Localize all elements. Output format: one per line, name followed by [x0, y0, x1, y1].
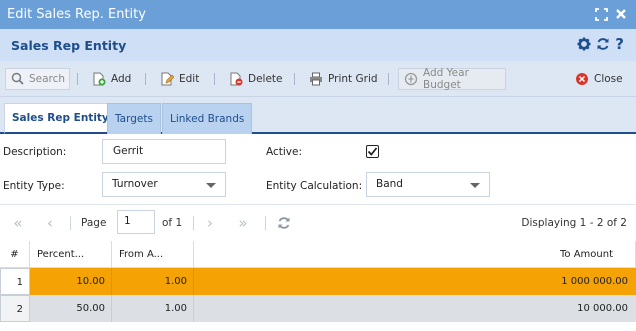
page-number-input[interactable]: 1 — [117, 210, 155, 234]
toolbar-separator — [145, 73, 146, 85]
pager-separator — [70, 216, 71, 230]
percent-cell: 50.00 — [30, 295, 112, 322]
column-header-number[interactable]: # — [0, 241, 30, 268]
pager-separator — [193, 216, 194, 230]
panel-title: Sales Rep Entity — [11, 38, 127, 53]
close-circle-icon — [575, 72, 589, 86]
budget-icon — [404, 72, 418, 86]
tab-targets[interactable]: Targets — [107, 103, 161, 134]
delete-button[interactable]: Delete — [224, 68, 288, 90]
panel-header: Sales Rep Entity ? — [0, 29, 636, 61]
paging-display-text: Displaying 1 - 2 of 2 — [521, 217, 627, 229]
from-amount-cell: 1.00 — [112, 268, 194, 295]
maximize-icon[interactable] — [594, 6, 608, 22]
percent-cell: 10.00 — [30, 268, 112, 295]
gear-icon[interactable] — [577, 37, 591, 55]
refresh-icon[interactable] — [275, 214, 293, 232]
search-button[interactable]: Search — [5, 68, 70, 90]
pager-separator — [265, 216, 266, 230]
window-title: Edit Sales Rep. Entity — [7, 7, 146, 22]
entity-type-value: Turnover — [112, 178, 158, 190]
last-page-icon[interactable]: » — [234, 214, 252, 232]
row-number: 1 — [0, 268, 30, 295]
column-header-to-amount[interactable]: To Amount — [194, 241, 636, 268]
close-button[interactable]: Close — [570, 68, 628, 90]
entity-type-select[interactable]: Turnover — [102, 172, 226, 197]
entity-type-label: Entity Type: — [3, 180, 65, 192]
tab-linked-brands[interactable]: Linked Brands — [162, 103, 253, 134]
toolbar-separator — [294, 73, 295, 85]
description-label: Description: — [3, 146, 67, 158]
print-grid-button[interactable]: Print Grid — [304, 68, 383, 90]
add-year-budget-label: Add Year Budget — [423, 67, 469, 91]
add-icon — [92, 72, 106, 86]
tab-sales-rep-entity[interactable]: Sales Rep Entity — [4, 103, 117, 134]
edit-label: Edit — [179, 73, 200, 85]
entity-calculation-value: Band — [376, 178, 403, 190]
column-header-percent[interactable]: Percent... — [30, 241, 112, 268]
to-amount-cell: 1 000 000.00 — [561, 276, 628, 287]
edit-icon — [160, 72, 175, 86]
to-amount-cell: 10 000.00 — [577, 303, 628, 314]
first-page-icon[interactable]: « — [9, 214, 27, 232]
prev-page-icon[interactable]: ‹ — [41, 214, 59, 232]
add-button[interactable]: Add — [87, 68, 136, 90]
entity-calculation-select[interactable]: Band — [366, 172, 490, 197]
refresh-icon[interactable] — [596, 37, 610, 55]
close-window-icon[interactable] — [614, 6, 628, 22]
entity-form: Description: Gerrit Active: Entity Type:… — [0, 134, 636, 204]
delete-label: Delete — [248, 73, 283, 85]
table-row[interactable]: 2 50.00 1.00 10 000.00 — [0, 295, 636, 322]
printer-icon — [309, 72, 323, 86]
page-count: of 1 — [162, 217, 183, 229]
description-field[interactable]: Gerrit — [102, 139, 226, 164]
toolbar-separator — [388, 73, 389, 85]
entity-calculation-label: Entity Calculation: — [266, 180, 363, 192]
search-label: Search — [29, 73, 66, 85]
chevron-down-icon — [206, 183, 216, 188]
add-label: Add — [111, 73, 132, 85]
edit-button[interactable]: Edit — [155, 68, 204, 90]
paging-toolbar: « ‹ Page 1 of 1 › » Displaying 1 - 2 of … — [0, 204, 636, 241]
from-amount-cell: 1.00 — [112, 295, 194, 322]
table-row[interactable]: 1 10.00 1.00 1 000 000.00 — [0, 268, 636, 295]
row-number: 2 — [0, 295, 30, 322]
chevron-down-icon — [470, 183, 480, 188]
next-page-icon[interactable]: › — [201, 214, 219, 232]
delete-icon — [229, 72, 243, 86]
toolbar: Search Add Edit Delete Print Grid Add Ye… — [0, 61, 636, 97]
column-header-from-amount[interactable]: From A... — [112, 241, 194, 268]
help-icon[interactable]: ? — [615, 37, 624, 55]
print-grid-label: Print Grid — [328, 73, 378, 85]
active-label: Active: — [266, 146, 303, 158]
close-label: Close — [594, 73, 623, 85]
page-label: Page — [81, 217, 107, 229]
active-checkbox[interactable] — [366, 145, 379, 158]
window-titlebar: Edit Sales Rep. Entity — [0, 0, 636, 29]
data-grid: # Percent... From A... To Amount 1 10.00… — [0, 241, 636, 331]
toolbar-separator — [77, 73, 78, 85]
tab-bar: Sales Rep Entity Targets Linked Brands — [0, 97, 636, 134]
add-year-budget-button[interactable]: Add Year Budget — [398, 67, 506, 91]
search-icon — [11, 72, 24, 86]
toolbar-separator — [214, 73, 215, 85]
